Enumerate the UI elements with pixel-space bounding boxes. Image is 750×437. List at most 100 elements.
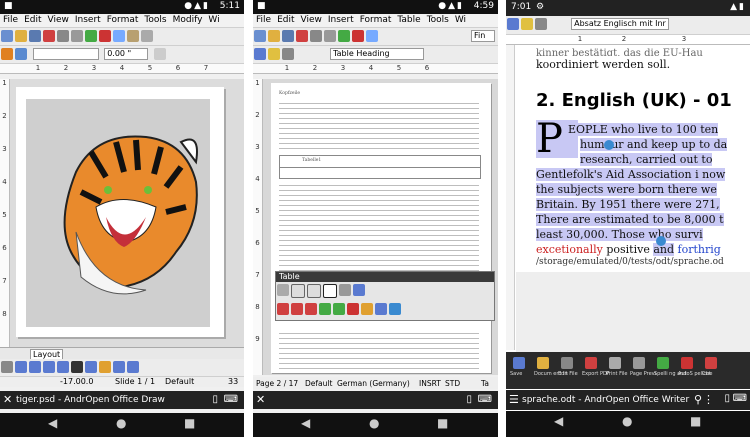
document-area[interactable]: Kopfzeile Tabelle1 — [263, 79, 498, 375]
menu-edit[interactable]: Edit — [21, 14, 44, 25]
menu-format[interactable]: Format — [357, 14, 395, 25]
selection-start-handle[interactable] — [604, 140, 614, 150]
new-icon[interactable] — [1, 30, 13, 42]
brush-icon[interactable] — [1, 48, 13, 60]
cut-icon[interactable] — [352, 30, 364, 42]
recents-icon[interactable]: ■ — [690, 414, 701, 428]
undo-icon[interactable] — [141, 30, 153, 42]
print-tool[interactable]: Print File — [606, 355, 627, 377]
font-name-field[interactable]: Fin — [471, 30, 495, 42]
menu-table[interactable]: Table — [394, 14, 423, 25]
curve-icon[interactable] — [99, 361, 111, 373]
cut-tool[interactable]: Cut — [702, 355, 718, 377]
search-icon[interactable]: ⚲ — [694, 393, 702, 406]
arrow-style-icon[interactable] — [15, 48, 27, 60]
delete-row-icon[interactable] — [305, 303, 317, 315]
menu-icon[interactable]: ☰ — [509, 393, 519, 406]
home-icon[interactable]: ● — [369, 416, 379, 430]
highlight-icon[interactable] — [521, 18, 533, 30]
menu-file[interactable]: File — [253, 14, 274, 25]
spellcheck-icon[interactable] — [85, 30, 97, 42]
misspelled-word[interactable]: excetionally — [536, 243, 603, 256]
border-icon[interactable] — [291, 284, 305, 298]
menu-edit[interactable]: Edit — [274, 14, 297, 25]
page-preview-tool[interactable]: Page Previ — [630, 355, 656, 377]
cut-icon[interactable] — [99, 30, 111, 42]
table[interactable]: Tabelle1 — [279, 155, 481, 179]
back-icon[interactable]: ◀ — [554, 414, 563, 428]
copy-icon[interactable] — [113, 30, 125, 42]
styles-icon[interactable] — [254, 48, 266, 60]
menu-window[interactable]: Wi — [452, 14, 469, 25]
save-icon[interactable] — [282, 30, 294, 42]
spellcheck-icon[interactable] — [338, 30, 350, 42]
more-icon[interactable]: ⋮ — [703, 393, 714, 406]
distribute-icon[interactable] — [333, 303, 345, 315]
table-insert-icon[interactable] — [277, 284, 289, 296]
sort-icon[interactable] — [375, 303, 387, 315]
close-icon[interactable]: ✕ — [3, 393, 12, 406]
mouse-icon[interactable]: ▯ — [724, 393, 730, 404]
merge-icon[interactable] — [353, 284, 365, 296]
line-width-field[interactable]: 0.00 " — [104, 48, 149, 60]
split-icon[interactable] — [347, 303, 359, 315]
save-tool[interactable]: Save — [510, 355, 526, 377]
color-icon[interactable] — [154, 48, 167, 60]
selected-text[interactable]: EOPLE who live to 100 ten — [568, 123, 719, 136]
print-icon[interactable] — [57, 30, 69, 42]
rectangle-icon[interactable] — [43, 361, 55, 373]
canvas-area[interactable] — [10, 79, 244, 347]
selected-text[interactable]: Gentlefolk's Aid Association i now — [536, 168, 726, 181]
format-paint-icon[interactable] — [282, 48, 294, 60]
stars-icon[interactable] — [127, 361, 139, 373]
insert-col-icon[interactable] — [291, 303, 303, 315]
back-icon[interactable]: ◀ — [301, 416, 310, 430]
menu-modify[interactable]: Modify — [170, 14, 206, 25]
selected-text[interactable]: humour and keep up to da — [580, 138, 728, 151]
line-icon[interactable] — [15, 361, 27, 373]
select-icon[interactable] — [1, 361, 13, 373]
edit-file-tool[interactable]: Edit File — [558, 355, 578, 377]
selected-text[interactable]: There are estimated to be 8,000 t — [536, 213, 724, 226]
tiger-image[interactable] — [36, 112, 206, 302]
new-icon[interactable] — [254, 30, 266, 42]
open-icon[interactable] — [15, 30, 27, 42]
selected-text[interactable]: least 30,000. Those who survi — [536, 228, 703, 241]
line-color-icon[interactable] — [323, 284, 337, 298]
optimize-icon[interactable] — [319, 303, 331, 315]
print-icon[interactable] — [310, 30, 322, 42]
paste-icon[interactable] — [127, 30, 139, 42]
menu-view[interactable]: View — [298, 14, 325, 25]
recents-icon[interactable]: ■ — [437, 416, 448, 430]
autoformat-icon[interactable] — [361, 303, 373, 315]
menu-window[interactable]: Wi — [205, 14, 222, 25]
menu-format[interactable]: Format — [104, 14, 142, 25]
format-paint-icon[interactable] — [535, 18, 547, 30]
paragraph-style-select[interactable]: Absatz Englisch mit Inr — [571, 18, 670, 30]
selected-text[interactable]: Britain. By 1951 there were 271, — [536, 198, 720, 211]
border-style-icon[interactable] — [307, 284, 321, 298]
keyboard-icon[interactable]: ⌨ — [733, 393, 747, 404]
menu-insert[interactable]: Insert — [72, 14, 104, 25]
menu-insert[interactable]: Insert — [325, 14, 357, 25]
selection-end-handle[interactable] — [656, 236, 666, 246]
highlight-icon[interactable] — [268, 48, 280, 60]
menu-file[interactable]: File — [0, 14, 21, 25]
home-icon[interactable]: ● — [116, 416, 126, 430]
sum-icon[interactable] — [389, 303, 401, 315]
menu-tools[interactable]: Tools — [141, 14, 169, 25]
ellipse-icon[interactable] — [57, 361, 69, 373]
open-icon[interactable] — [268, 30, 280, 42]
mouse-icon[interactable]: ▯ — [212, 394, 218, 405]
home-icon[interactable]: ● — [622, 414, 632, 428]
back-icon[interactable]: ◀ — [48, 416, 57, 430]
preview-icon[interactable] — [71, 30, 83, 42]
selected-text[interactable]: research, carried out to — [580, 153, 713, 166]
keyboard-icon[interactable]: ⌨ — [224, 394, 238, 405]
menu-view[interactable]: View — [45, 14, 72, 25]
mouse-icon[interactable]: ▯ — [466, 394, 472, 405]
save-icon[interactable] — [29, 30, 41, 42]
selected-text[interactable]: the subjects were born there we — [536, 183, 717, 196]
pdf-icon[interactable] — [43, 30, 55, 42]
connector-icon[interactable] — [85, 361, 97, 373]
